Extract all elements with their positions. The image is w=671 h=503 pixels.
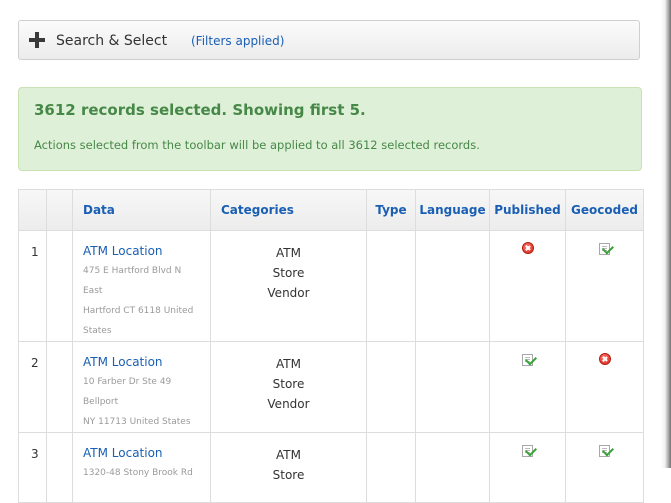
record-address-line: 475 E Hartford Blvd N East <box>83 266 182 296</box>
header-language[interactable]: Language <box>415 189 490 231</box>
record-address-line: NY 11713 United States <box>83 417 191 427</box>
categories-cell: ATM Store Vendor <box>210 230 367 342</box>
green-check-icon[interactable] <box>598 444 614 458</box>
data-cell: ATM Location 475 E Hartford Blvd N East … <box>72 230 211 342</box>
category-label: ATM <box>276 448 301 462</box>
category-label: Vendor <box>267 397 310 411</box>
row-number: 1 <box>18 230 47 342</box>
record-address-line: States <box>83 326 112 336</box>
header-geocoded[interactable]: Geocoded <box>565 189 644 231</box>
header-type[interactable]: Type <box>366 189 416 231</box>
alert-text: Actions selected from the toolbar will b… <box>34 138 480 152</box>
red-x-icon[interactable] <box>598 353 611 365</box>
green-check-icon[interactable] <box>521 353 537 367</box>
table-row: 2 ATM Location 10 Farber Dr Ste 49 Bellp… <box>18 341 644 433</box>
geocoded-cell <box>565 230 644 342</box>
geocoded-cell <box>565 341 644 433</box>
language-cell <box>415 341 490 433</box>
filters-applied-link[interactable]: (Filters applied) <box>191 34 284 48</box>
row-select-cell[interactable] <box>46 230 73 342</box>
record-title-link[interactable]: ATM Location <box>83 354 202 370</box>
language-cell <box>415 230 490 342</box>
selection-alert: 3612 records selected. Showing first 5. … <box>18 87 642 171</box>
header-select <box>46 189 73 231</box>
type-cell <box>366 230 416 342</box>
search-select-title[interactable]: Search & Select <box>56 33 167 49</box>
search-select-bar[interactable]: Search & Select (Filters applied) <box>18 20 640 60</box>
record-title-link[interactable]: ATM Location <box>83 243 202 259</box>
table-header-row: Data Categories Type Language Published … <box>18 189 644 231</box>
row-select-cell[interactable] <box>46 341 73 433</box>
record-address-line: 10 Farber Dr Ste 49 Bellport <box>83 377 172 407</box>
table-row: 1 ATM Location 475 E Hartford Blvd N Eas… <box>18 230 644 342</box>
data-cell: ATM Location 10 Farber Dr Ste 49 Bellpor… <box>72 341 211 433</box>
header-data[interactable]: Data <box>72 189 211 231</box>
green-check-icon[interactable] <box>521 444 537 458</box>
red-x-icon[interactable] <box>521 242 534 254</box>
record-address-line: Hartford CT 6118 United <box>83 306 194 316</box>
header-num <box>18 189 47 231</box>
record-address-line: 1320-48 Stony Brook Rd <box>83 468 193 478</box>
category-label: Store <box>272 468 305 482</box>
row-number: 2 <box>18 341 47 433</box>
category-label: Vendor <box>267 286 310 300</box>
category-label: Store <box>272 266 305 280</box>
plus-icon[interactable] <box>29 32 45 48</box>
categories-cell: ATM Store Vendor <box>210 341 367 433</box>
alert-heading: 3612 records selected. Showing first 5. <box>34 101 366 119</box>
type-cell <box>366 341 416 433</box>
record-title-link[interactable]: ATM Location <box>83 445 202 461</box>
records-table: Data Categories Type Language Published … <box>18 189 644 503</box>
header-categories[interactable]: Categories <box>210 189 367 231</box>
header-published[interactable]: Published <box>489 189 566 231</box>
category-label: Store <box>272 377 305 391</box>
category-label: ATM <box>276 246 301 260</box>
green-check-icon[interactable] <box>598 242 614 256</box>
window-edge-shadow <box>661 0 671 468</box>
published-cell <box>489 341 566 433</box>
published-cell <box>489 230 566 342</box>
category-label: ATM <box>276 357 301 371</box>
